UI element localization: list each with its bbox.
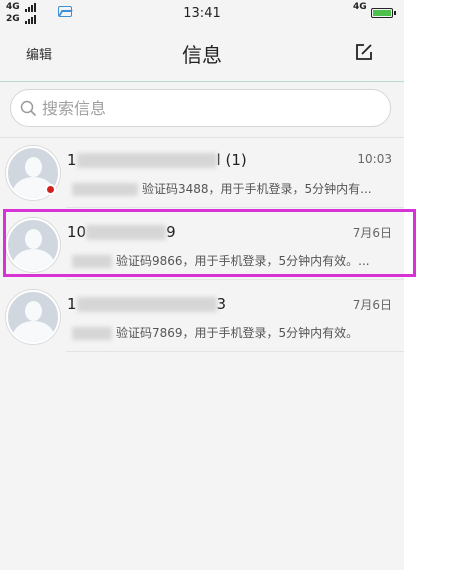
message-preview: 验证码3488，用于手机登录，5分钟内有... bbox=[72, 180, 372, 197]
messages-screen: 4G 2G 13:41 4G 编辑 信息 1l (1) bbox=[0, 0, 404, 570]
conversation-row[interactable]: 1l (1) 10:03 验证码3488，用于手机登录，5分钟内有... bbox=[0, 138, 404, 208]
compose-icon[interactable] bbox=[355, 43, 373, 61]
message-time: 7月6日 bbox=[352, 226, 392, 240]
redacted-blur bbox=[72, 183, 138, 196]
app-header: 编辑 信息 bbox=[0, 28, 404, 82]
battery-icon bbox=[371, 8, 396, 18]
conversation-row[interactable]: 10 9 7月6日 验证码9866，用于手机登录，5分钟内有效。... bbox=[0, 210, 404, 280]
contact-name: 10 9 bbox=[67, 223, 176, 241]
message-preview: 验证码9866，用于手机登录，5分钟内有效。... bbox=[72, 252, 370, 269]
search-input[interactable] bbox=[42, 97, 342, 119]
row-divider bbox=[66, 279, 404, 280]
page-title: 信息 bbox=[182, 43, 222, 67]
search-bar[interactable] bbox=[10, 89, 391, 127]
avatar bbox=[6, 218, 60, 272]
message-time: 7月6日 bbox=[352, 298, 392, 312]
redacted-blur bbox=[86, 225, 167, 240]
row-divider bbox=[66, 351, 404, 352]
redacted-blur bbox=[76, 297, 217, 312]
search-icon bbox=[20, 100, 37, 117]
page-margin bbox=[404, 0, 454, 570]
status-clock: 13:41 bbox=[183, 6, 221, 21]
data-network-label: 4G bbox=[353, 2, 367, 12]
avatar bbox=[6, 290, 60, 344]
redacted-blur bbox=[72, 255, 112, 268]
conversation-row[interactable]: 13 7月6日 验证码7869，用于手机登录，5分钟内有效。 bbox=[0, 282, 404, 352]
contact-name: 13 bbox=[67, 295, 227, 313]
message-preview: 验证码7869，用于手机登录，5分钟内有效。 bbox=[72, 324, 358, 341]
status-bar: 4G 2G 13:41 4G bbox=[0, 0, 404, 28]
unread-dot-icon bbox=[45, 184, 56, 195]
contact-name: 1l (1) bbox=[67, 151, 247, 169]
redacted-blur bbox=[76, 153, 217, 168]
redacted-blur bbox=[72, 327, 112, 340]
row-divider bbox=[66, 207, 404, 208]
message-time: 10:03 bbox=[357, 152, 392, 166]
